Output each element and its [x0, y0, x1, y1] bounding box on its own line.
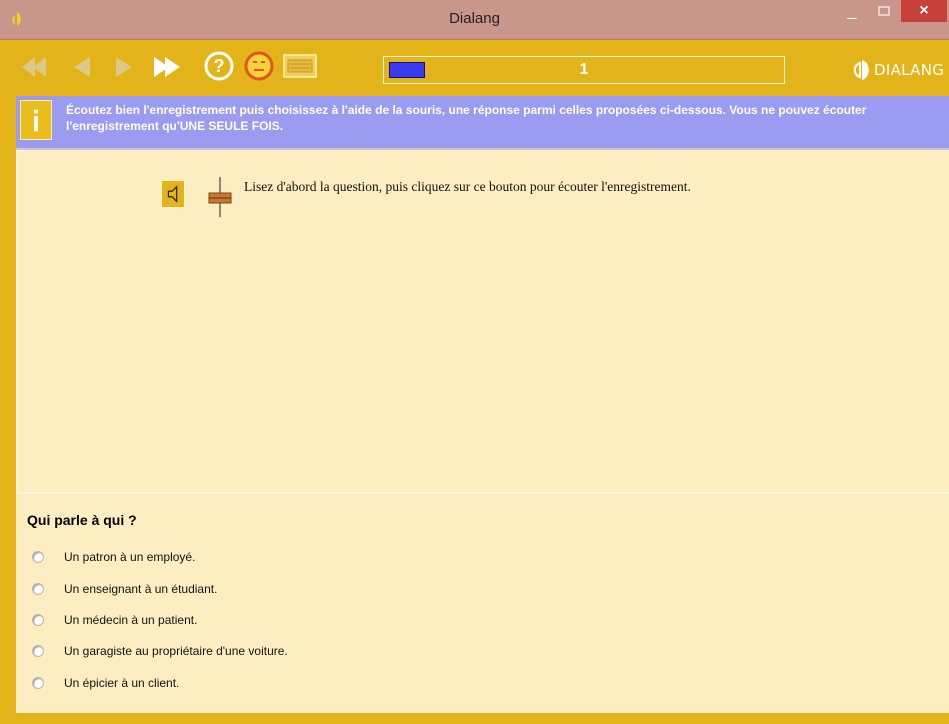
listen-instruction: Lisez d'abord la question, puis cliquez … [244, 179, 691, 194]
instruction-text: Écoutez bien l'enregistrement puis chois… [66, 103, 867, 133]
radio-button[interactable] [32, 614, 44, 626]
answer-option[interactable]: Un garagiste au propriétaire d'une voitu… [32, 642, 288, 660]
maximize-button[interactable] [874, 3, 894, 21]
logo-text: DIALANG [874, 61, 945, 79]
info-icon [20, 100, 52, 140]
fast-forward-icon[interactable] [150, 52, 186, 82]
minimize-button[interactable]: _ [838, 4, 866, 24]
radio-button[interactable] [32, 677, 44, 689]
help-icon[interactable]: ? [203, 50, 235, 82]
answer-option[interactable]: Un patron à un employé. [32, 548, 195, 566]
neutral-face-icon[interactable] [243, 50, 275, 82]
question-title: Qui parle à qui ? [27, 512, 137, 528]
option-label: Un patron à un employé. [64, 550, 196, 564]
dialang-logo-icon [853, 60, 869, 80]
svg-text:?: ? [214, 56, 225, 76]
option-label: Un épicier à un client. [64, 676, 180, 690]
task-area: Lisez d'abord la question, puis cliquez … [16, 150, 949, 494]
progress-bar: 1 [383, 56, 785, 84]
close-button[interactable]: × [901, 0, 947, 22]
radio-button[interactable] [32, 645, 44, 657]
volume-slider[interactable] [206, 177, 234, 217]
title-bar: Dialang _ × [0, 0, 949, 40]
instruction-banner: Écoutez bien l'enregistrement puis chois… [16, 96, 949, 150]
option-label: Un médecin à un patient. [64, 613, 198, 627]
keyboard-icon[interactable] [283, 54, 317, 78]
radio-button[interactable] [32, 583, 44, 595]
back-icon[interactable] [70, 52, 96, 82]
dialang-logo: DIALANG [850, 56, 944, 84]
forward-icon[interactable] [110, 52, 136, 82]
option-label: Un enseignant à un étudiant. [64, 582, 218, 596]
radio-button[interactable] [32, 551, 44, 563]
first-icon[interactable] [18, 52, 52, 82]
speaker-button[interactable] [161, 180, 185, 208]
question-area: Qui parle à qui ? Un patron à un employé… [16, 494, 949, 713]
answer-option[interactable]: Un enseignant à un étudiant. [32, 580, 217, 598]
answer-option[interactable]: Un épicier à un client. [32, 674, 179, 692]
window-title: Dialang [449, 10, 500, 27]
answer-option[interactable]: Un médecin à un patient. [32, 611, 197, 629]
option-label: Un garagiste au propriétaire d'une voitu… [64, 644, 288, 658]
progress-number: 1 [579, 61, 589, 78]
